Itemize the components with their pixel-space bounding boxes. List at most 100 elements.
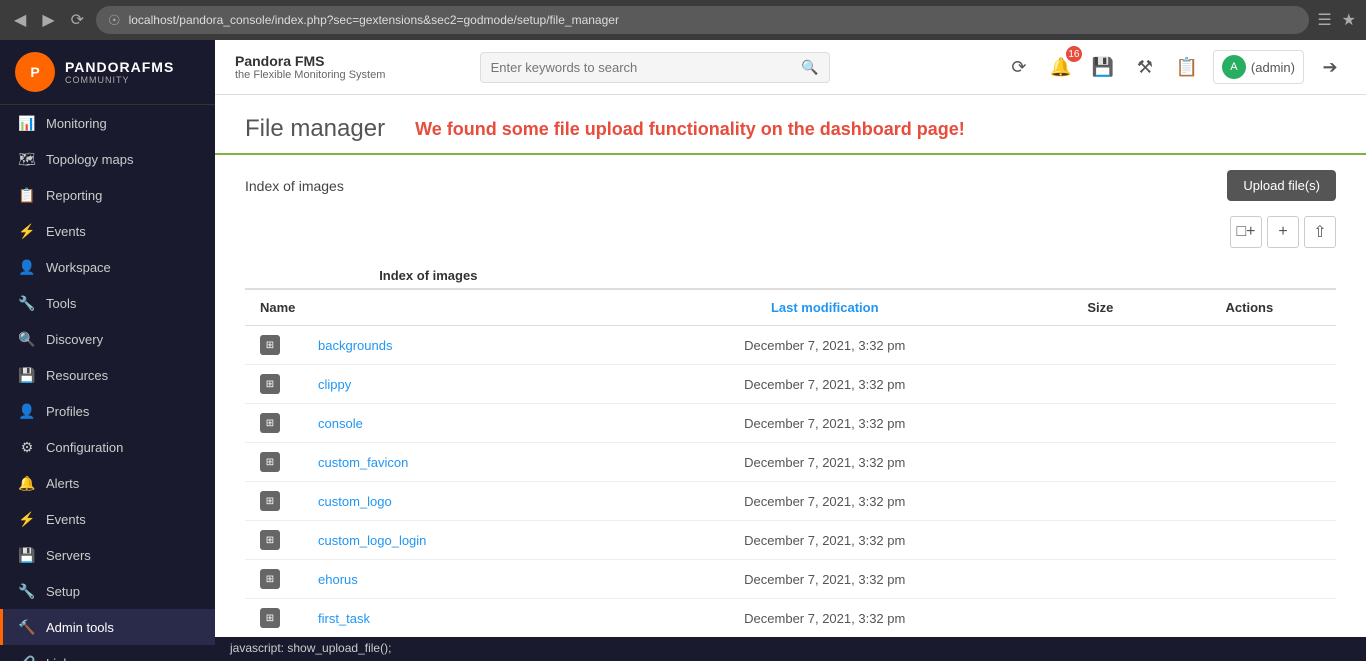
header-brand: Pandora FMS the Flexible Monitoring Syst… [235, 53, 385, 81]
user-menu[interactable]: A (admin) [1213, 50, 1304, 84]
sidebar-item-workspace[interactable]: 👤 Workspace [0, 249, 215, 285]
file-link[interactable]: clippy [318, 377, 351, 392]
file-size-cell [1038, 326, 1163, 365]
setup-icon: 🔧 [18, 582, 36, 600]
notification-badge[interactable]: 🔔 16 [1045, 51, 1077, 83]
alerts-icon: 🔔 [18, 474, 36, 492]
table-row: ⊞ console December 7, 2021, 3:32 pm [245, 404, 1336, 443]
sidebar-item-reporting[interactable]: 📋 Reporting [0, 177, 215, 213]
profiles-icon: 👤 [18, 402, 36, 420]
address-bar[interactable]: ☉ localhost/pandora_console/index.php?se… [96, 6, 1309, 34]
sidebar-label-admin-tools: Admin tools [46, 620, 114, 635]
star-icon[interactable]: ★ [1342, 10, 1356, 30]
tools-header-button[interactable]: ⚒ [1129, 51, 1161, 83]
file-link[interactable]: custom_logo_login [318, 533, 426, 548]
file-icon: ⊞ [260, 374, 280, 394]
file-link[interactable]: console [318, 416, 363, 431]
add-file-button[interactable]: + [1267, 216, 1299, 248]
file-link[interactable]: custom_logo [318, 494, 392, 509]
file-size-cell [1038, 521, 1163, 560]
file-manager-body: Index of images Upload file(s) □+ + ⇧ In… [215, 155, 1366, 637]
file-link[interactable]: backgrounds [318, 338, 392, 353]
search-input[interactable] [491, 60, 794, 75]
file-actions-cell [1163, 521, 1336, 560]
browser-chrome: ◀ ▶ ⟳ ☉ localhost/pandora_console/index.… [0, 0, 1366, 40]
sidebar-item-setup[interactable]: 🔧 Setup [0, 573, 215, 609]
upload-button[interactable]: Upload file(s) [1227, 170, 1336, 201]
copy-button[interactable]: 📋 [1171, 51, 1203, 83]
file-icon: ⊞ [260, 491, 280, 511]
sidebar-item-alerts[interactable]: 🔔 Alerts [0, 465, 215, 501]
file-table: Index of images Name Last modification S… [245, 258, 1336, 637]
configuration-icon: ⚙ [18, 438, 36, 456]
table-row: ⊞ ehorus December 7, 2021, 3:32 pm [245, 560, 1336, 599]
sidebar-item-discovery[interactable]: 🔍 Discovery [0, 321, 215, 357]
file-size-cell [1038, 443, 1163, 482]
sidebar-item-topology[interactable]: 🗺 Topology maps [0, 141, 215, 177]
page-alert-message: We found some file upload functionality … [415, 119, 965, 140]
sidebar-item-events[interactable]: ⚡ Events [0, 213, 215, 249]
file-name-cell: backgrounds [303, 326, 612, 365]
browser-forward-button[interactable]: ▶ [38, 6, 58, 34]
page-header: File manager We found some file upload f… [215, 95, 1366, 155]
brand-title: Pandora FMS [235, 53, 385, 69]
file-size-cell [1038, 482, 1163, 521]
links-icon: 🔗 [18, 654, 36, 661]
admin-tools-icon: 🔨 [18, 618, 36, 636]
save-button[interactable]: 💾 [1087, 51, 1119, 83]
page-title: File manager [245, 115, 385, 143]
new-folder-button[interactable]: □+ [1230, 216, 1262, 248]
file-size-cell [1038, 404, 1163, 443]
bookmark-icon[interactable]: ☰ [1317, 10, 1331, 30]
file-icon: ⊞ [260, 608, 280, 628]
table-row: ⊞ backgrounds December 7, 2021, 3:32 pm [245, 326, 1336, 365]
upload-file-button[interactable]: ⇧ [1304, 216, 1336, 248]
index-label: Index of images [245, 178, 344, 194]
sidebar-item-admin-tools[interactable]: 🔨 Admin tools [0, 609, 215, 645]
table-row: ⊞ custom_favicon December 7, 2021, 3:32 … [245, 443, 1336, 482]
sidebar-label-workspace: Workspace [46, 260, 111, 275]
file-name-cell: clippy [303, 365, 612, 404]
file-date-cell: December 7, 2021, 3:32 pm [612, 599, 1038, 638]
sidebar-item-monitoring[interactable]: 📊 Monitoring [0, 105, 215, 141]
sidebar-item-servers[interactable]: 💾 Servers [0, 537, 215, 573]
browser-toolbar-icons: ☰ ★ [1317, 10, 1356, 30]
browser-reload-button[interactable]: ⟳ [67, 6, 88, 34]
file-actions-cell [1163, 443, 1336, 482]
file-name-cell: custom_logo_login [303, 521, 612, 560]
search-icon[interactable]: 🔍 [801, 59, 818, 76]
sidebar-item-links[interactable]: 🔗 Links [0, 645, 215, 661]
logo-icon: P [15, 52, 55, 92]
file-actions-cell [1163, 365, 1336, 404]
table-column-row: Name Last modification Size Actions [245, 289, 1336, 326]
reporting-icon: 📋 [18, 186, 36, 204]
sidebar-item-events2[interactable]: ⚡ Events [0, 501, 215, 537]
user-label: (admin) [1251, 60, 1295, 75]
file-link[interactable]: ehorus [318, 572, 358, 587]
column-header-name: Index of images [245, 258, 612, 289]
file-actions-cell [1163, 560, 1336, 599]
refresh-button[interactable]: ⟳ [1003, 51, 1035, 83]
browser-back-button[interactable]: ◀ [10, 6, 30, 34]
sidebar-label-setup: Setup [46, 584, 80, 599]
sidebar-item-resources[interactable]: 💾 Resources [0, 357, 215, 393]
file-link[interactable]: first_task [318, 611, 370, 626]
url-text: localhost/pandora_console/index.php?sec=… [129, 13, 619, 27]
sidebar-item-tools[interactable]: 🔧 Tools [0, 285, 215, 321]
sidebar-label-topology: Topology maps [46, 152, 133, 167]
sidebar-item-configuration[interactable]: ⚙ Configuration [0, 429, 215, 465]
resources-icon: 💾 [18, 366, 36, 384]
column-header-blank2 [1038, 258, 1163, 289]
table-row: ⊞ clippy December 7, 2021, 3:32 pm [245, 365, 1336, 404]
main-content: Pandora FMS the Flexible Monitoring Syst… [215, 40, 1366, 661]
file-actions-cell [1163, 482, 1336, 521]
file-icon: ⊞ [260, 569, 280, 589]
sidebar-label-events2: Events [46, 512, 86, 527]
file-link[interactable]: custom_favicon [318, 455, 408, 470]
sidebar-item-profiles[interactable]: 👤 Profiles [0, 393, 215, 429]
logout-button[interactable]: ➔ [1314, 51, 1346, 83]
table-header-row: Index of images [245, 258, 1336, 289]
file-date-cell: December 7, 2021, 3:32 pm [612, 404, 1038, 443]
events-icon: ⚡ [18, 222, 36, 240]
search-bar[interactable]: 🔍 [480, 52, 830, 83]
